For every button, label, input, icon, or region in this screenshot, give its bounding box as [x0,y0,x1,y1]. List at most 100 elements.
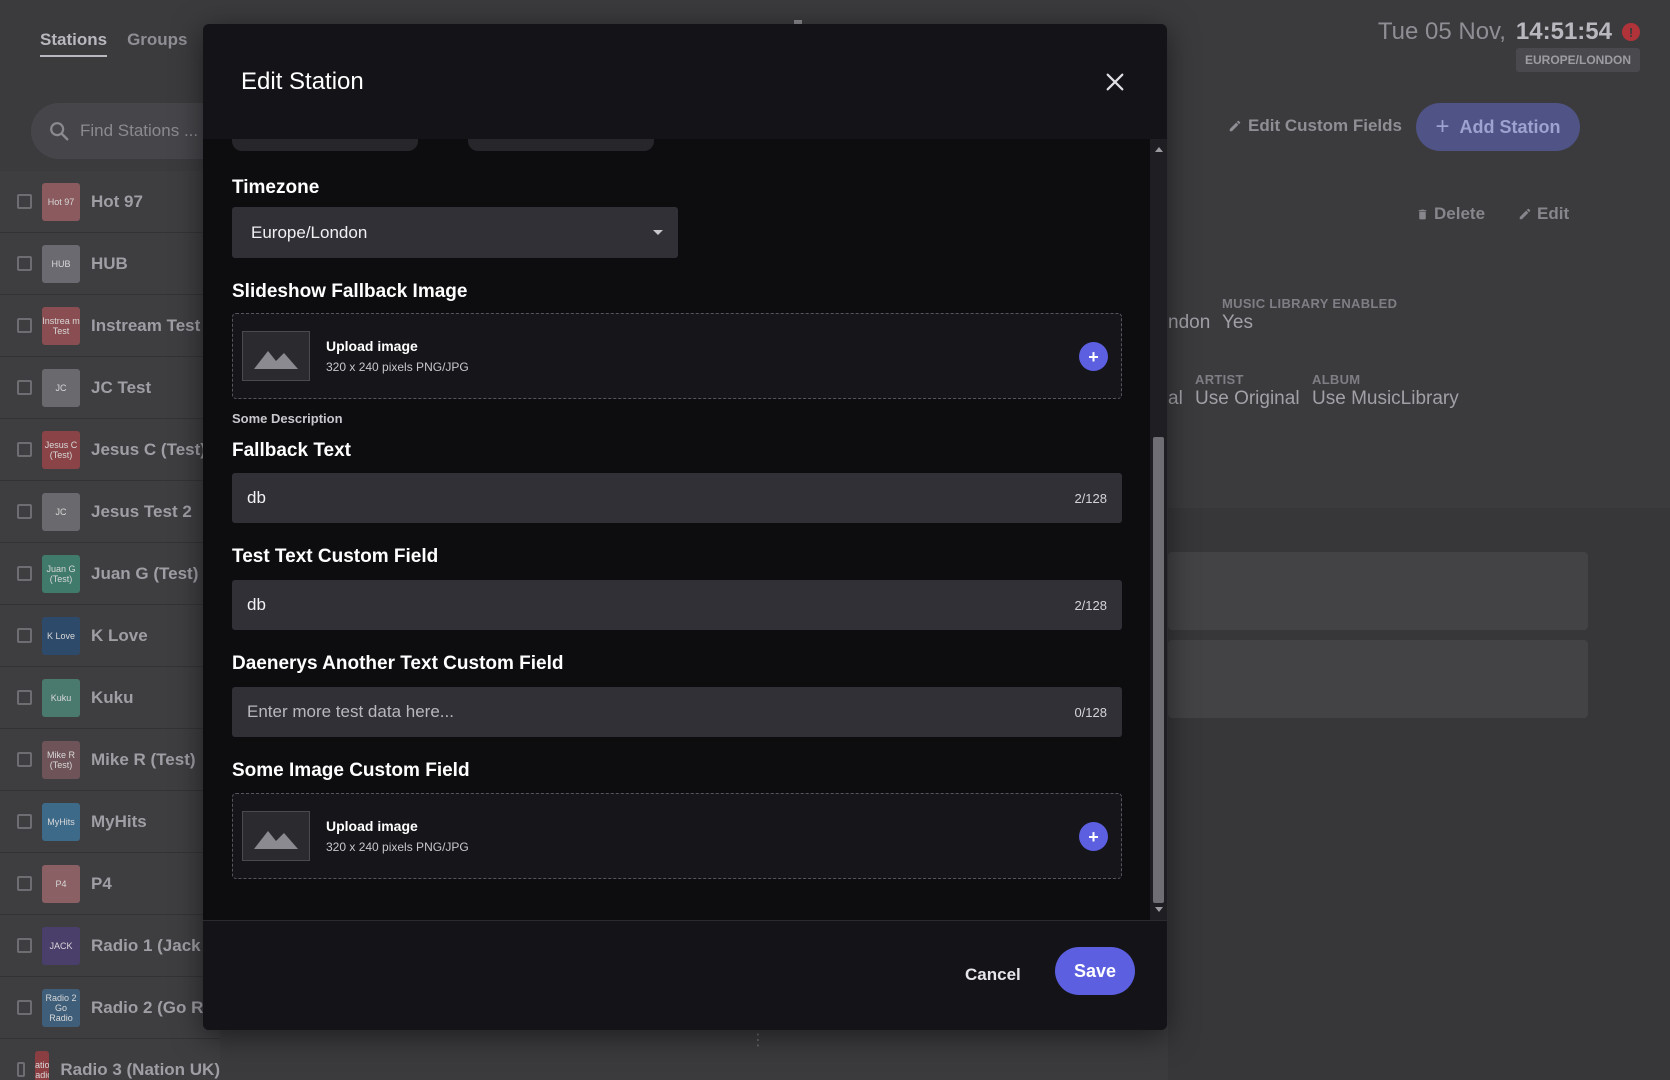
location-value: ndon [1168,312,1211,333]
station-checkbox[interactable] [17,938,32,953]
field-stub [468,139,654,151]
more-options-icon[interactable]: ⋮ [750,1030,766,1050]
station-row[interactable]: nation radio Radio 3 (Nation UK) [0,1039,220,1080]
edit-custom-fields-button[interactable]: Edit Custom Fields [1228,116,1402,136]
station-logo: JC [42,368,80,407]
station-checkbox[interactable] [17,690,32,705]
fallback-text-label: Fallback Text [232,440,351,461]
station-checkbox[interactable] [17,1000,32,1015]
station-checkbox[interactable] [17,194,32,209]
station-search[interactable]: Find Stations ... [31,103,231,159]
fallback-text-value: db [247,488,266,507]
station-logo: Hot 97 [42,182,80,221]
station-row[interactable]: Juan G (Test) Juan G (Test) [0,543,220,605]
close-button[interactable] [1101,68,1129,96]
title-value: al [1168,388,1183,409]
some-image-upload[interactable]: Upload image 320 x 240 pixels PNG/JPG + [232,793,1122,879]
scrollbar-thumb[interactable] [1153,437,1164,903]
dialog-body[interactable]: Timezone Europe/London Slideshow Fallbac… [203,139,1167,920]
station-row[interactable]: Mike R (Test) Mike R (Test) [0,729,220,791]
top-tabs: Stations Groups [40,30,188,57]
detail-card [1168,640,1588,718]
scroll-up-icon[interactable] [1155,147,1163,152]
upload-title: Upload image [326,818,418,834]
test-text-input[interactable]: db 2/128 [232,580,1122,630]
station-name: K Love [91,625,148,645]
station-logo: JC [42,492,80,531]
station-name: Radio 2 (Go Ra [91,997,213,1017]
station-logo: nation radio [35,1050,50,1080]
pencil-icon [1519,208,1531,220]
station-checkbox[interactable] [17,1062,26,1077]
add-image-button[interactable]: + [1079,822,1108,851]
edit-station-dialog: Edit Station Timezone Europe/London Slid… [203,24,1167,1030]
slideshow-image-upload[interactable]: Upload image 320 x 240 pixels PNG/JPG + [232,313,1122,399]
add-station-label: Add Station [1459,116,1561,137]
station-row[interactable]: Hot 97 Hot 97 [0,171,220,233]
station-logo: K Love [42,616,80,655]
station-checkbox[interactable] [17,442,32,457]
station-name: Kuku [91,687,134,707]
another-text-input[interactable]: Enter more test data here... 0/128 [232,687,1122,737]
alert-icon[interactable]: ! [1622,23,1640,41]
tab-stations[interactable]: Stations [40,30,108,57]
tab-groups[interactable]: Groups [127,30,187,57]
station-checkbox[interactable] [17,504,32,519]
station-checkbox[interactable] [17,628,32,643]
station-logo: Juan G (Test) [42,554,80,593]
station-checkbox[interactable] [17,876,32,891]
upload-hint: 320 x 240 pixels PNG/JPG [326,840,469,854]
caret-down-icon [653,230,663,235]
station-row[interactable]: Jesus C (Test) Jesus C (Test) [0,419,220,481]
station-row[interactable]: JACK Radio 1 (Jack F [0,915,220,977]
detail-card [1168,552,1588,630]
station-name: P4 [91,873,112,893]
station-row[interactable]: HUB HUB [0,233,220,295]
station-row[interactable]: JC JC Test [0,357,220,419]
station-checkbox[interactable] [17,318,32,333]
clock-date: Tue 05 Nov, [1377,18,1506,45]
add-image-button[interactable]: + [1079,342,1108,371]
cancel-button[interactable]: Cancel [965,965,1021,985]
station-logo: HUB [42,244,80,283]
station-row[interactable]: JC Jesus Test 2 [0,481,220,543]
station-checkbox[interactable] [17,256,32,271]
station-row[interactable]: K Love K Love [0,605,220,667]
edit-button[interactable]: Edit [1518,204,1569,224]
station-name: JC Test [91,377,152,397]
save-button[interactable]: Save [1055,947,1135,995]
station-row[interactable]: Kuku Kuku [0,667,220,729]
timezone-select[interactable]: Europe/London [232,207,678,258]
dialog-scrollbar[interactable] [1150,139,1167,920]
plus-icon: + [1088,346,1099,367]
station-list: Hot 97 Hot 97 HUB HUB Instrea m Test Instream… [0,171,220,1080]
station-checkbox[interactable] [17,566,32,581]
station-row[interactable]: MyHits MyHits [0,791,220,853]
plus-icon: + [1088,826,1099,847]
slideshow-image-label: Slideshow Fallback Image [232,281,468,302]
station-name: MyHits [91,811,147,831]
station-checkbox[interactable] [17,814,32,829]
station-name: Jesus C (Test) [91,439,206,459]
fallback-text-input[interactable]: db 2/128 [232,473,1122,523]
station-checkbox[interactable] [17,380,32,395]
add-station-button[interactable]: + Add Station [1416,103,1580,151]
slideshow-description: Some Description [232,411,343,426]
station-row[interactable]: Instrea m Test Instream Test [0,295,220,357]
station-row[interactable]: P4 P4 [0,853,220,915]
artist-value: Use Original [1195,388,1300,409]
station-checkbox[interactable] [17,752,32,767]
edit-label: Edit [1537,204,1570,223]
station-row[interactable]: Radio 2 Go Radio Radio 2 (Go Ra [0,977,220,1039]
delete-button[interactable]: Delete [1416,204,1485,224]
scroll-down-icon[interactable] [1155,907,1163,912]
test-text-value: db [247,595,266,614]
album-value: Use MusicLibrary [1312,388,1459,409]
station-name: Juan G (Test) [91,563,199,583]
pencil-icon [1229,120,1241,132]
clock: Tue 05 Nov, 14:51:54 ! [1378,18,1640,46]
station-name: Mike R (Test) [91,749,196,769]
music-library-value: Yes [1222,312,1253,333]
station-name: Instream Test [91,315,201,335]
dialog-header: Edit Station [203,24,1167,139]
